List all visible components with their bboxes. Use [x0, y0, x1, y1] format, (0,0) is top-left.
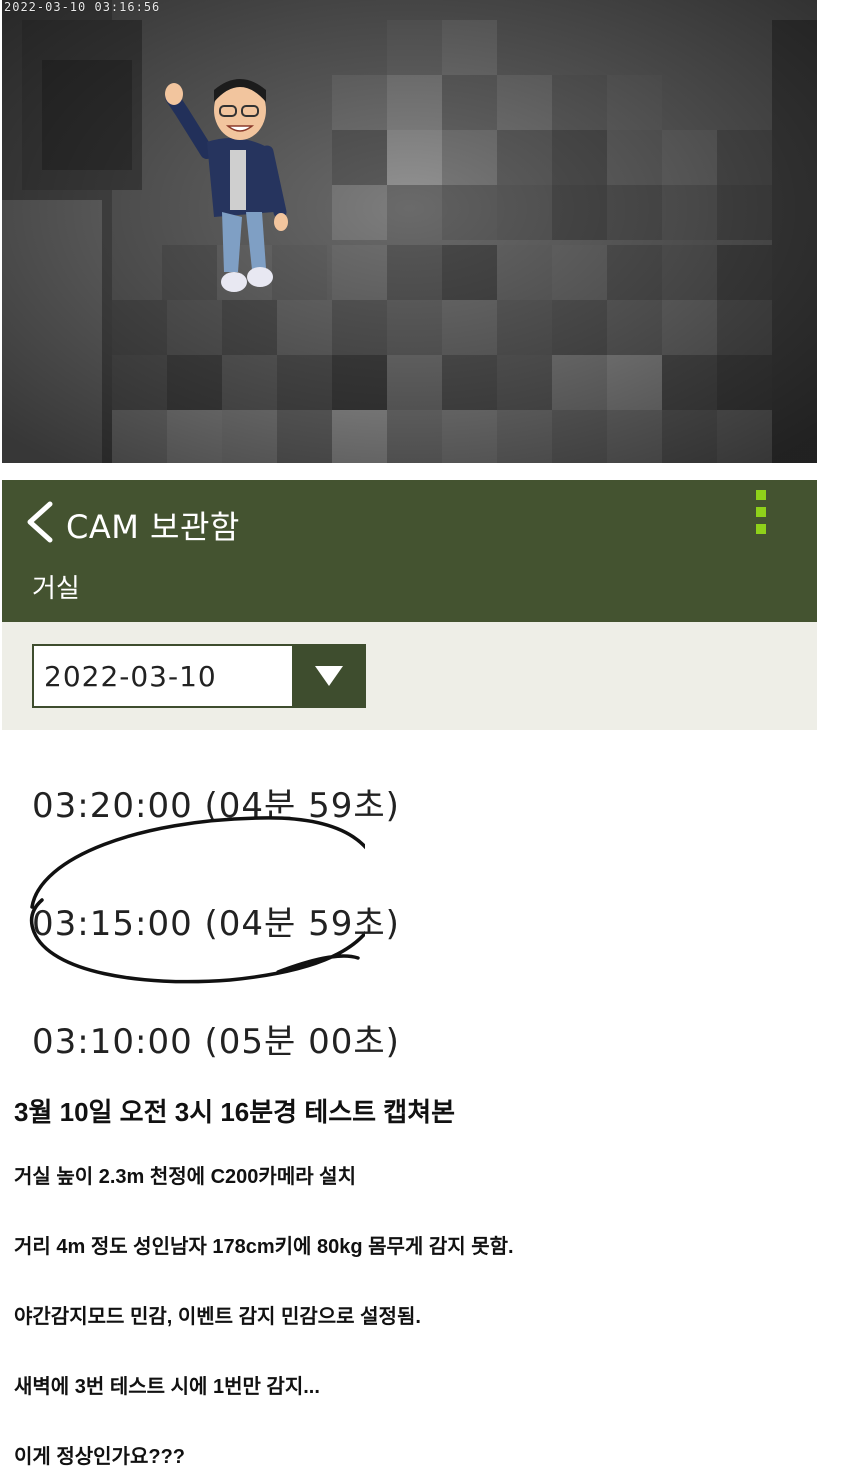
date-dropdown[interactable]: 2022-03-10: [32, 644, 366, 708]
camera-timestamp: 2022-03-10 03:16:56: [4, 0, 161, 14]
date-filter-bar: 2022-03-10: [2, 622, 817, 730]
page-title: CAM 보관함: [66, 508, 240, 546]
post-line: 거리 4m 정도 성인남자 178cm키에 80kg 몸무게 감지 못함.: [14, 1236, 514, 1258]
chevron-left-icon[interactable]: [24, 500, 54, 544]
post-line: 거실 높이 2.3m 천정에 C200카메라 설치: [14, 1166, 356, 1188]
app-header: CAM 보관함 거실: [2, 480, 817, 622]
recording-item[interactable]: 03:10:00 (05분 00초): [32, 1014, 400, 1063]
camera-location-label: 거실: [32, 574, 80, 604]
recording-item[interactable]: 03:15:00 (04분 59초): [32, 896, 400, 945]
camera-snapshot: 2022-03-10 03:16:56: [2, 0, 817, 463]
post-line: 새벽에 3번 테스트 시에 1번만 감지...: [14, 1376, 320, 1398]
post-line: 야간감지모드 민감, 이벤트 감지 민감으로 설정됨.: [14, 1306, 421, 1328]
date-dropdown-button[interactable]: [292, 644, 366, 708]
more-vertical-icon[interactable]: [750, 488, 774, 538]
post-heading: 3월 10일 오전 3시 16분경 테스트 캡쳐본: [14, 1097, 456, 1127]
date-value: 2022-03-10: [44, 660, 217, 693]
blurred-camera-image: [2, 0, 817, 463]
avatar-sticker: [165, 79, 288, 292]
post-line: 이게 정상인가요???: [14, 1446, 186, 1468]
triangle-down-icon: [315, 666, 343, 686]
